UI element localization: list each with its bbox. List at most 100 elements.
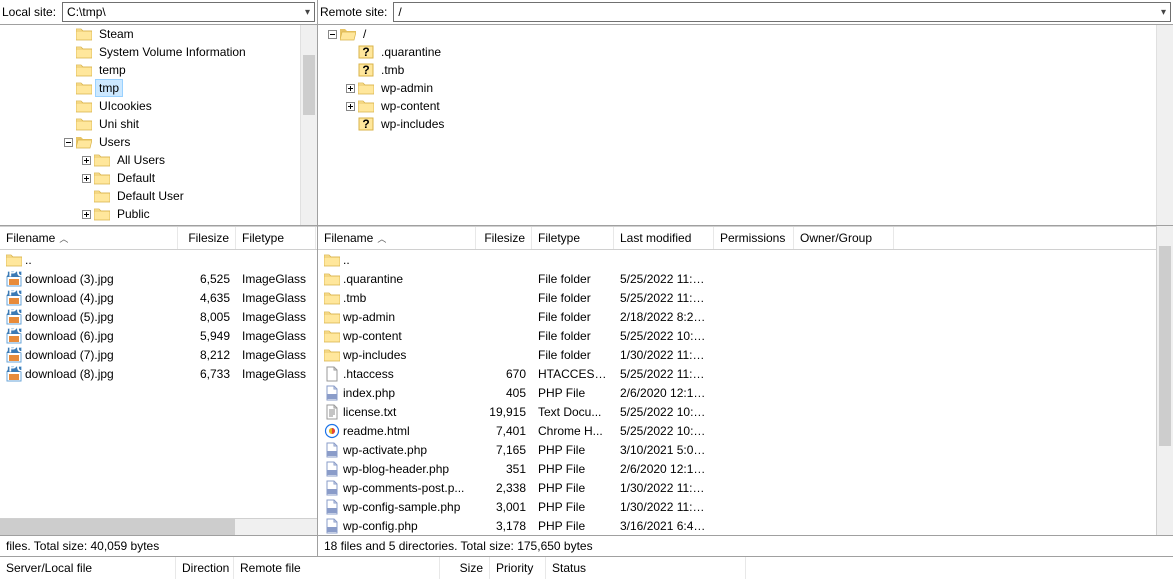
file-row[interactable]: JPGdownload (3).jpg6,525ImageGlass	[0, 269, 317, 288]
remote-file-scrollbar[interactable]	[1156, 226, 1173, 535]
folder-icon	[94, 153, 110, 167]
file-row[interactable]: wp-includesFile folder1/30/2022 11:2...	[318, 345, 1156, 364]
tree-item[interactable]: ?.quarantine	[318, 43, 1156, 61]
file-row[interactable]: wp-comments-post.p...2,338PHP File1/30/2…	[318, 478, 1156, 497]
jpg-icon: JPG	[6, 366, 22, 382]
local-path-input[interactable]: C:\tmp\ ▾	[62, 2, 315, 22]
html-icon	[324, 423, 340, 439]
expand-icon[interactable]	[80, 208, 93, 221]
column-header-owner[interactable]: Owner/Group	[794, 227, 894, 249]
file-row[interactable]: JPGdownload (8).jpg6,733ImageGlass	[0, 364, 317, 383]
file-row[interactable]: readme.html7,401Chrome H...5/25/2022 10:…	[318, 421, 1156, 440]
tree-item[interactable]: Users	[0, 133, 300, 151]
tree-item[interactable]: UIcookies	[0, 97, 300, 115]
tree-item[interactable]: Uni shit	[0, 115, 300, 133]
file-row[interactable]: JPGdownload (6).jpg5,949ImageGlass	[0, 326, 317, 345]
tree-item-label: temp	[95, 61, 130, 79]
tree-item[interactable]: ?wp-includes	[318, 115, 1156, 133]
file-row[interactable]: wp-blog-header.php351PHP File2/6/2020 12…	[318, 459, 1156, 478]
tree-item-label: System Volume Information	[95, 43, 250, 61]
tree-item[interactable]: ?.tmb	[318, 61, 1156, 79]
queue-column-header[interactable]: Size	[440, 557, 490, 579]
expand-icon[interactable]	[344, 100, 357, 113]
tree-item-label: /	[359, 25, 370, 43]
expand-icon[interactable]	[344, 82, 357, 95]
column-header-type[interactable]: Filetype	[532, 227, 614, 249]
column-header-size[interactable]: Filesize	[476, 227, 532, 249]
tree-item[interactable]: Steam	[0, 25, 300, 43]
chevron-down-icon[interactable]: ▾	[1161, 7, 1166, 18]
folder-icon	[6, 252, 22, 268]
queue-column-header[interactable]: Direction	[176, 557, 234, 579]
file-row[interactable]: wp-adminFile folder2/18/2022 8:26:...	[318, 307, 1156, 326]
php-icon	[324, 461, 340, 477]
queue-column-header[interactable]: Server/Local file	[0, 557, 176, 579]
tree-item-label: Default User	[113, 187, 188, 205]
remote-site-label: Remote site:	[318, 5, 389, 19]
php-icon	[324, 442, 340, 458]
local-tree-scrollbar[interactable]	[300, 25, 317, 225]
local-file-list[interactable]: Filename︿FilesizeFiletype..JPGdownload (…	[0, 226, 317, 518]
tree-item-label: All Users	[113, 151, 169, 169]
queue-column-header[interactable]: Priority	[490, 557, 546, 579]
column-header-name[interactable]: Filename︿	[0, 227, 178, 249]
folder-icon	[76, 135, 92, 149]
folder-icon	[324, 328, 340, 344]
file-row[interactable]: JPGdownload (7).jpg8,212ImageGlass	[0, 345, 317, 364]
unknown-icon: ?	[358, 63, 374, 77]
file-row[interactable]: .quarantineFile folder5/25/2022 11:0...	[318, 269, 1156, 288]
column-header-mod[interactable]: Last modified	[614, 227, 714, 249]
file-row[interactable]: wp-config-sample.php3,001PHP File1/30/20…	[318, 497, 1156, 516]
unknown-icon: ?	[358, 117, 374, 131]
queue-column-header[interactable]: Status	[546, 557, 746, 579]
chevron-down-icon[interactable]: ▾	[305, 7, 310, 18]
tree-item-label: .tmb	[377, 61, 408, 79]
expand-icon[interactable]	[80, 154, 93, 167]
file-row[interactable]: index.php405PHP File2/6/2020 12:18:...	[318, 383, 1156, 402]
php-icon	[324, 480, 340, 496]
expand-icon[interactable]	[80, 172, 93, 185]
queue-column-header[interactable]: Remote file	[234, 557, 440, 579]
tree-item-label: Default	[113, 169, 159, 187]
php-icon	[324, 385, 340, 401]
tree-item[interactable]: temp	[0, 61, 300, 79]
remote-tree[interactable]: /?.quarantine?.tmbwp-adminwp-content?wp-…	[318, 25, 1156, 225]
column-header-type[interactable]: Filetype	[236, 227, 316, 249]
column-header-size[interactable]: Filesize	[178, 227, 236, 249]
folder-icon	[76, 45, 92, 59]
file-row[interactable]: .htaccess670HTACCESS ...5/25/2022 11:2..…	[318, 364, 1156, 383]
remote-file-list[interactable]: Filename︿FilesizeFiletypeLast modifiedPe…	[318, 226, 1156, 535]
remote-tree-scrollbar[interactable]	[1156, 25, 1173, 225]
folder-icon	[358, 99, 374, 113]
file-row[interactable]: JPGdownload (4).jpg4,635ImageGlass	[0, 288, 317, 307]
file-row[interactable]: wp-config.php3,178PHP File3/16/2021 6:49…	[318, 516, 1156, 535]
collapse-icon[interactable]	[326, 28, 339, 41]
parent-directory-row[interactable]: ..	[318, 250, 1156, 269]
column-header-perm[interactable]: Permissions	[714, 227, 794, 249]
tree-item[interactable]: System Volume Information	[0, 43, 300, 61]
local-tree[interactable]: SteamSystem Volume InformationtemptmpUIc…	[0, 25, 300, 225]
file-row[interactable]: license.txt19,915Text Docu...5/25/2022 1…	[318, 402, 1156, 421]
jpg-icon: JPG	[6, 290, 22, 306]
parent-directory-row[interactable]: ..	[0, 250, 317, 269]
tree-item[interactable]: Default	[0, 169, 300, 187]
tree-item[interactable]: Default User	[0, 187, 300, 205]
folder-icon	[324, 271, 340, 287]
tree-item[interactable]: tmp	[0, 79, 300, 97]
folder-icon	[94, 207, 110, 221]
remote-path-input[interactable]: / ▾	[393, 2, 1171, 22]
file-row[interactable]: .tmbFile folder5/25/2022 11:2...	[318, 288, 1156, 307]
tree-item-label: Users	[95, 133, 134, 151]
tree-item[interactable]: wp-admin	[318, 79, 1156, 97]
file-row[interactable]: JPGdownload (5).jpg8,005ImageGlass	[0, 307, 317, 326]
tree-item[interactable]: All Users	[0, 151, 300, 169]
tree-item-label: .quarantine	[377, 43, 445, 61]
file-row[interactable]: wp-contentFile folder5/25/2022 10:5...	[318, 326, 1156, 345]
local-horizontal-scrollbar[interactable]	[0, 518, 317, 535]
tree-item[interactable]: wp-content	[318, 97, 1156, 115]
collapse-icon[interactable]	[62, 136, 75, 149]
tree-item[interactable]: Public	[0, 205, 300, 223]
file-row[interactable]: wp-activate.php7,165PHP File3/10/2021 5:…	[318, 440, 1156, 459]
column-header-name[interactable]: Filename︿	[318, 227, 476, 249]
tree-item[interactable]: /	[318, 25, 1156, 43]
